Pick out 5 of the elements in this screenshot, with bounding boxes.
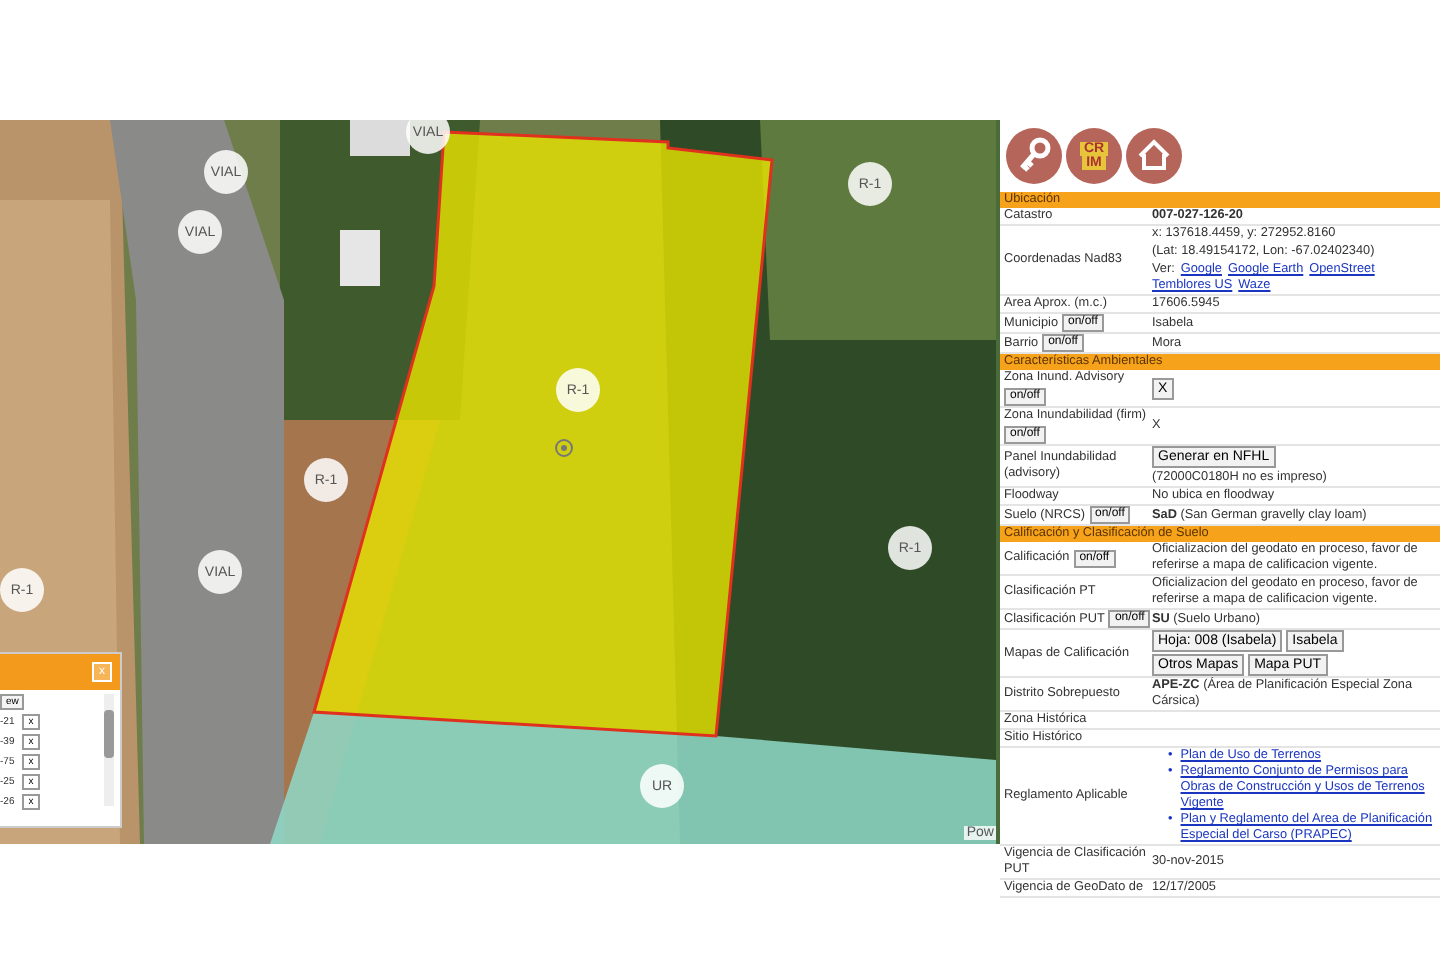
crosshair-icon — [555, 439, 573, 457]
parcel-polygon[interactable] — [312, 130, 774, 738]
scrollbar[interactable] — [104, 694, 114, 806]
key-icon[interactable] — [1006, 128, 1062, 184]
house-icon[interactable] — [1126, 128, 1182, 184]
